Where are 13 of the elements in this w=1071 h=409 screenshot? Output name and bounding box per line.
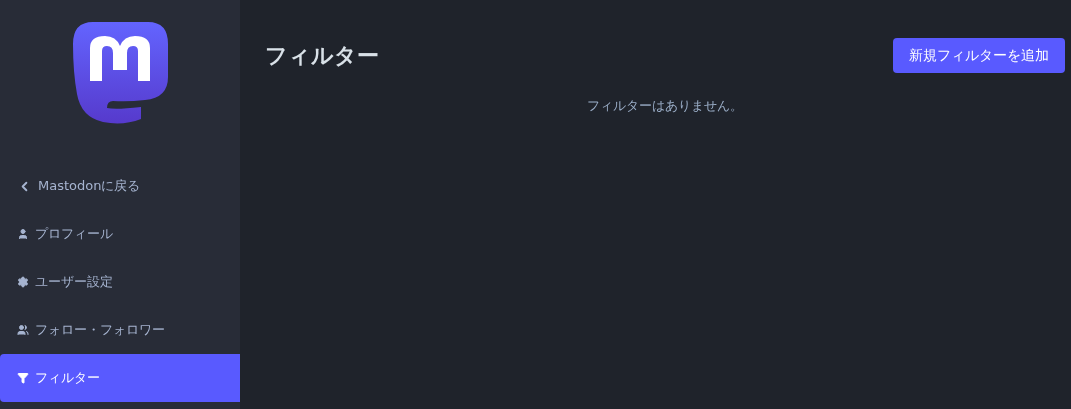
nav-item[interactable]: ユーザー設定: [0, 258, 240, 306]
gear-icon: [17, 276, 29, 288]
page-title: フィルター: [265, 41, 379, 70]
nav-item[interactable]: Mastodonに戻る: [0, 162, 240, 210]
user-icon: [17, 228, 29, 240]
filter-icon: [17, 372, 29, 384]
empty-message: フィルターはありません。: [586, 97, 744, 115]
nav-item[interactable]: プロフィール: [0, 210, 240, 258]
logo-icon: [72, 22, 168, 124]
nav-item[interactable]: フィルター: [0, 354, 240, 402]
nav-item[interactable]: フォロー・フォロワー: [0, 306, 240, 354]
users-icon: [17, 324, 29, 336]
add-filter-button[interactable]: 新規フィルターを追加: [893, 38, 1065, 73]
